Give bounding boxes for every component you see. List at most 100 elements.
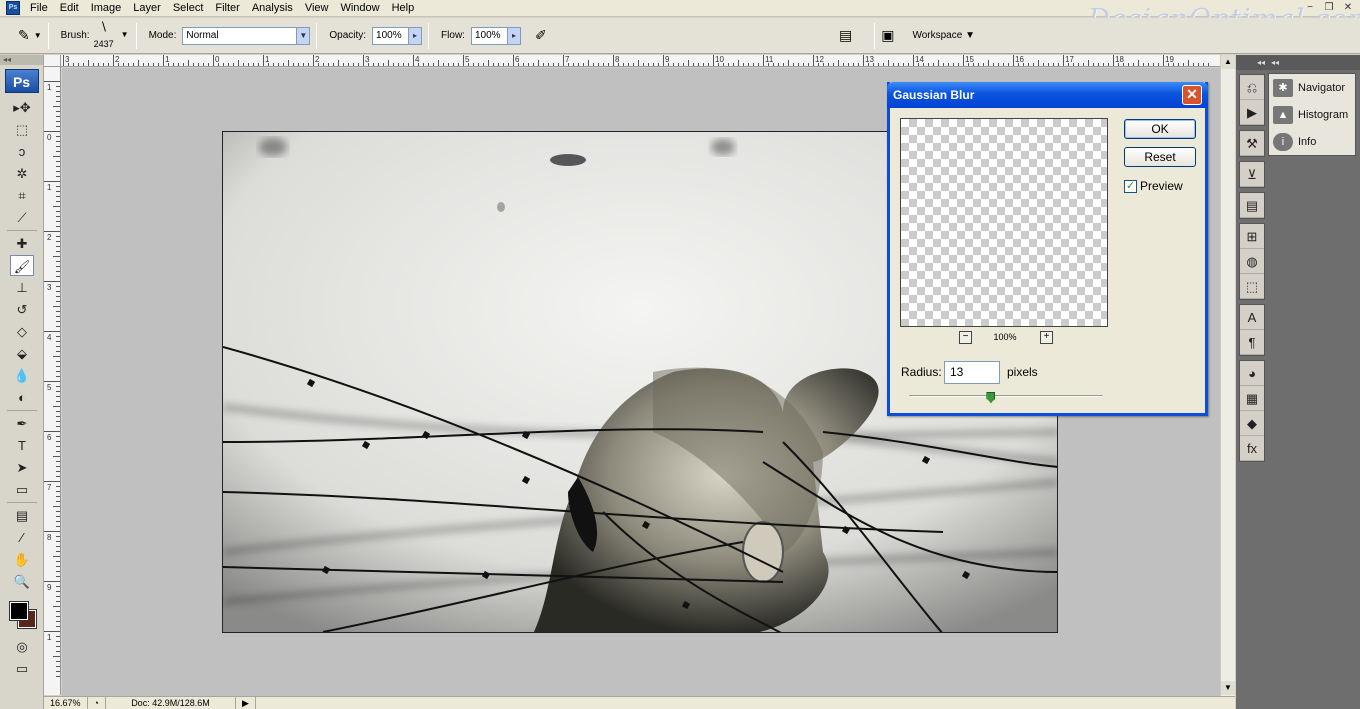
- ruler-tick: [44, 181, 60, 182]
- masks-icon[interactable]: ◍: [1240, 249, 1264, 274]
- ruler-tick: [1058, 63, 1059, 66]
- ruler-tick: [678, 63, 679, 66]
- screen-mode-icon[interactable]: ▭: [10, 658, 34, 679]
- panel-navigator[interactable]: ✱ Navigator: [1269, 74, 1355, 101]
- menu-filter[interactable]: Filter: [209, 0, 245, 16]
- ruler-tick: [888, 60, 889, 66]
- slider-arrow-icon[interactable]: ▸: [408, 27, 422, 44]
- palette-icon[interactable]: ▤: [839, 27, 852, 44]
- crop-tool-icon[interactable]: ⌗: [10, 185, 34, 206]
- reset-button[interactable]: Reset: [1124, 147, 1196, 167]
- layer-comps-icon[interactable]: ▤: [1240, 193, 1264, 218]
- character-icon[interactable]: A: [1240, 305, 1264, 330]
- ruler-origin[interactable]: [44, 55, 61, 67]
- chevron-down-icon[interactable]: ▼: [34, 31, 42, 40]
- photoshop-app-icon[interactable]: Ps: [6, 1, 20, 15]
- ruler-tick: [56, 171, 60, 172]
- layers-icon[interactable]: ◆: [1240, 411, 1264, 436]
- swatches-icon[interactable]: ◕: [1240, 361, 1264, 386]
- actions-icon[interactable]: ▶: [1240, 100, 1264, 125]
- status-options-icon[interactable]: ◔: [88, 697, 106, 709]
- ruler-tick: [128, 63, 129, 66]
- radius-input[interactable]: 13: [944, 361, 1000, 384]
- menu-help[interactable]: Help: [386, 0, 421, 16]
- ruler-tick: [898, 63, 899, 66]
- menu-select[interactable]: Select: [167, 0, 210, 16]
- marquee-tool-icon[interactable]: ⬚: [10, 119, 34, 140]
- mode-select[interactable]: Normal ▼: [182, 26, 311, 45]
- magic-wand-tool-icon[interactable]: ✲: [10, 163, 34, 184]
- ok-button[interactable]: OK: [1124, 119, 1196, 139]
- ruler-horizontal[interactable]: 3 2 1 0 1 2 3 4 5 6 7 8 9 10 11 12 13 14 15 16 17 18 19: [61, 55, 1220, 67]
- menu-window[interactable]: Window: [334, 0, 385, 16]
- brush-clone-icon[interactable]: ⊻: [1240, 162, 1264, 187]
- pen-tool-icon[interactable]: ✒: [10, 413, 34, 434]
- filter-preview[interactable]: [900, 118, 1108, 327]
- transform-icon[interactable]: ⬚: [1240, 274, 1264, 299]
- brush-size-picker[interactable]: ∖ 2437 ▼: [94, 20, 130, 52]
- quick-mask-icon[interactable]: ◎: [10, 636, 34, 657]
- radius-slider[interactable]: [909, 395, 1103, 397]
- type-tool-icon[interactable]: T: [10, 435, 34, 456]
- ruler-tick: [56, 146, 60, 147]
- zoom-in-button[interactable]: +: [1040, 331, 1053, 344]
- foreground-color-swatch[interactable]: [9, 601, 29, 621]
- move-tool-icon[interactable]: ▸✥: [10, 97, 34, 118]
- paragraph-icon[interactable]: ¶: [1240, 330, 1264, 355]
- slice-tool-icon[interactable]: ⟋: [10, 207, 34, 228]
- preview-checkbox[interactable]: ✓ Preview: [1124, 179, 1183, 193]
- zoom-level[interactable]: 16.67%: [44, 697, 88, 709]
- dock-expand-icon[interactable]: ◂◂: [1268, 55, 1360, 70]
- menu-view[interactable]: View: [299, 0, 335, 16]
- tool-presets-icon[interactable]: ⚒: [1240, 131, 1264, 156]
- menu-edit[interactable]: Edit: [54, 0, 85, 16]
- brush-tool-icon[interactable]: 🖌: [10, 255, 34, 276]
- slider-arrow-icon[interactable]: ▸: [506, 27, 520, 44]
- styles-icon[interactable]: ▦: [1240, 386, 1264, 411]
- history-brush-tool-icon[interactable]: ↺: [10, 299, 34, 320]
- menu-file[interactable]: File: [24, 0, 54, 16]
- ruler-vertical[interactable]: 1 0 1 2 3 4 5 6 7 8 9 1: [44, 67, 61, 695]
- dialog-titlebar[interactable]: Gaussian Blur: [887, 82, 1208, 108]
- menu-analysis[interactable]: Analysis: [246, 0, 299, 16]
- status-menu-arrow[interactable]: ▶: [236, 697, 256, 709]
- menu-layer[interactable]: Layer: [127, 0, 167, 16]
- radius-slider-thumb[interactable]: [986, 392, 996, 403]
- vertical-scrollbar[interactable]: ▲ ▼: [1220, 55, 1235, 696]
- path-selection-tool-icon[interactable]: ➤: [10, 457, 34, 478]
- dialog-close-button[interactable]: ✕: [1182, 85, 1202, 105]
- ruler-tick: [243, 63, 244, 66]
- checkmark-icon[interactable]: ✓: [1124, 179, 1137, 193]
- eyedropper-tool-icon[interactable]: ⁄: [10, 527, 34, 548]
- bridge-icon[interactable]: ▣: [881, 27, 894, 44]
- ruler-tick: [56, 446, 60, 447]
- clone-stamp-tool-icon[interactable]: ⊥: [10, 277, 34, 298]
- healing-brush-tool-icon[interactable]: ✚: [10, 233, 34, 254]
- paint-bucket-tool-icon[interactable]: ⬙: [10, 343, 34, 364]
- zoom-tool-icon[interactable]: 🔍: [10, 571, 34, 592]
- eraser-tool-icon[interactable]: ◇: [10, 321, 34, 342]
- menu-image[interactable]: Image: [85, 0, 128, 16]
- ruler-tick: [668, 63, 669, 66]
- lasso-tool-icon[interactable]: ↄ: [10, 141, 34, 162]
- opacity-input[interactable]: 100% ▸: [372, 26, 423, 45]
- history-icon[interactable]: ⎌: [1240, 75, 1264, 100]
- notes-tool-icon[interactable]: ▤: [10, 505, 34, 526]
- fx-icon[interactable]: fx: [1240, 436, 1264, 461]
- rectangle-tool-icon[interactable]: ▭: [10, 479, 34, 500]
- toolbox-header[interactable]: ◂◂: [0, 55, 43, 65]
- panel-histogram[interactable]: ▲ Histogram: [1269, 101, 1355, 128]
- zoom-out-button[interactable]: −: [959, 331, 972, 344]
- dodge-tool-icon[interactable]: ◐: [10, 387, 34, 408]
- clone-source-icon[interactable]: ⊞: [1240, 224, 1264, 249]
- panel-info[interactable]: i Info: [1269, 128, 1355, 155]
- scroll-up-icon[interactable]: ▲: [1221, 55, 1235, 69]
- airbrush-icon[interactable]: ✐: [535, 27, 547, 44]
- scroll-down-icon[interactable]: ▼: [1221, 681, 1235, 695]
- dock-collapse-icon[interactable]: ◂◂: [1236, 55, 1268, 70]
- workspace-button[interactable]: Workspace ▼: [912, 30, 975, 41]
- hand-tool-icon[interactable]: ✋: [10, 549, 34, 570]
- flow-input[interactable]: 100% ▸: [470, 26, 521, 45]
- brush-preset-icon[interactable]: ✎: [18, 27, 30, 44]
- blur-tool-icon[interactable]: 💧: [10, 365, 34, 386]
